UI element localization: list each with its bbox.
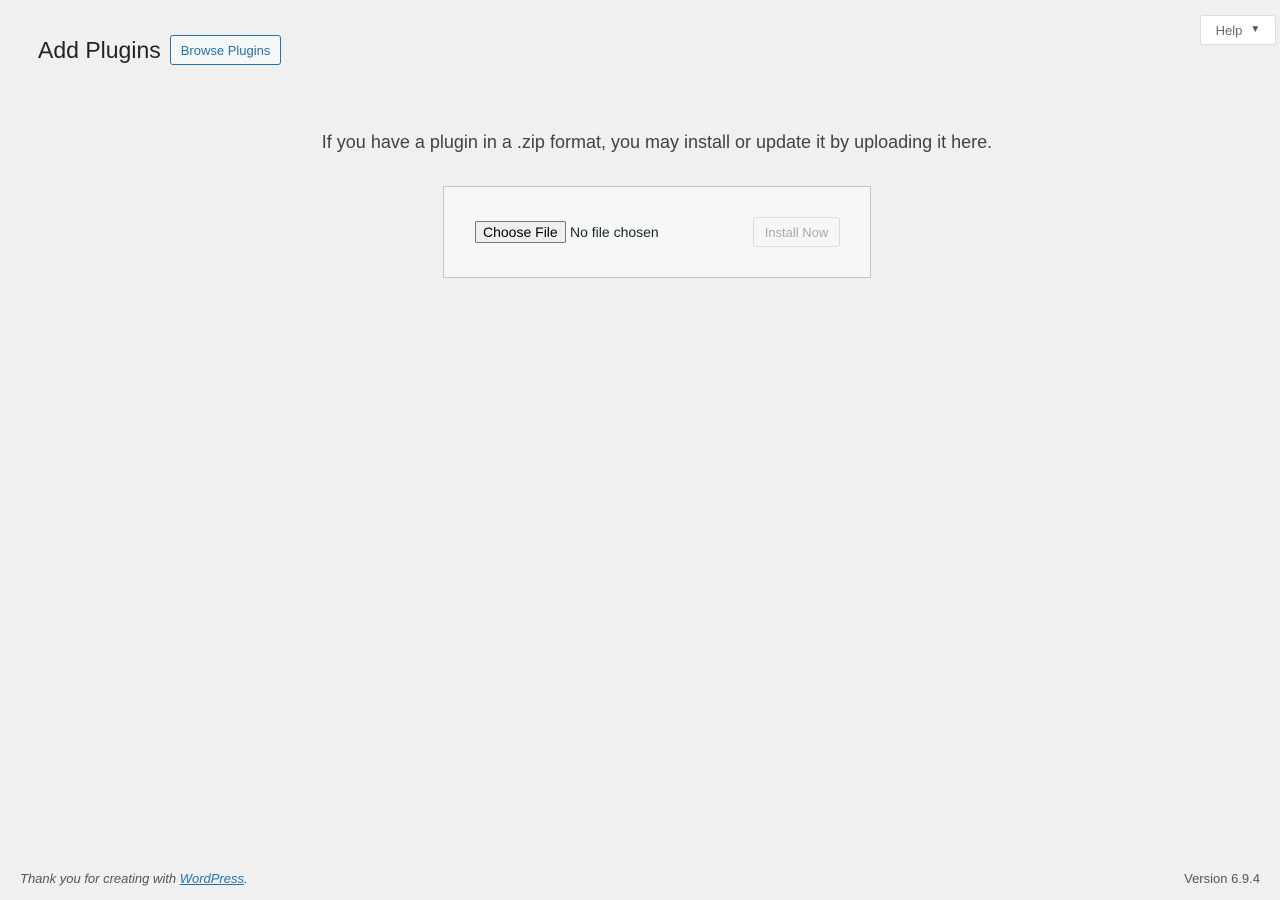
browse-plugins-button[interactable]: Browse Plugins bbox=[169, 35, 282, 65]
install-now-button[interactable]: Install Now bbox=[753, 217, 840, 247]
upload-instructions: If you have a plugin in a .zip format, y… bbox=[321, 132, 993, 152]
footer-thanks-prefix: Thank you for creating with bbox=[20, 871, 180, 886]
upload-plugin-form: Choose File No file chosen Install Now bbox=[443, 186, 871, 278]
choose-file-button[interactable]: Choose File bbox=[475, 221, 566, 243]
footer-version: Version 6.9.4 bbox=[1184, 871, 1260, 886]
admin-page: Help ▼ Add Plugins Browse Plugins If you… bbox=[0, 0, 1280, 900]
wordpress-link[interactable]: WordPress bbox=[180, 871, 244, 886]
footer: Thank you for creating with WordPress. V… bbox=[20, 871, 1260, 887]
help-tab-button[interactable]: Help ▼ bbox=[1200, 15, 1276, 45]
caret-down-icon: ▼ bbox=[1250, 24, 1261, 35]
help-tab-label: Help bbox=[1215, 22, 1243, 38]
footer-thanks: Thank you for creating with WordPress. bbox=[20, 871, 248, 887]
file-status-text: No file chosen bbox=[570, 224, 659, 240]
footer-thanks-suffix: . bbox=[244, 871, 248, 886]
page-title: Add Plugins bbox=[38, 36, 161, 63]
page-header: Add Plugins Browse Plugins bbox=[38, 35, 282, 65]
